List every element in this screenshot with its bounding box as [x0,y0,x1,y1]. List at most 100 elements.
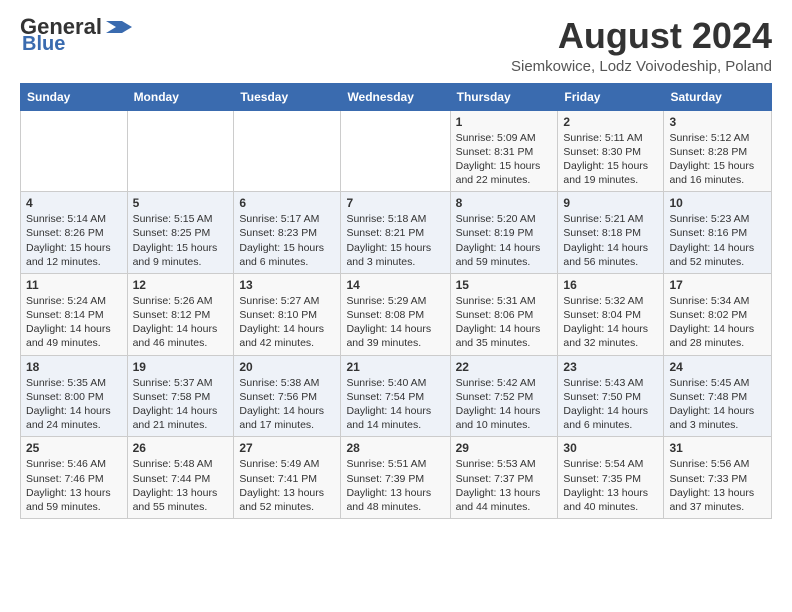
weekday-header-wednesday: Wednesday [341,83,450,110]
day-content: Sunrise: 5:20 AM Sunset: 8:19 PM Dayligh… [456,212,553,269]
day-content: Sunrise: 5:24 AM Sunset: 8:14 PM Dayligh… [26,294,122,351]
calendar-cell: 16 Sunrise: 5:32 AM Sunset: 8:04 PM Dayli… [558,273,664,355]
day-number: 11 [26,278,122,292]
week-row-3: 11 Sunrise: 5:24 AM Sunset: 8:14 PM Dayli… [21,273,772,355]
calendar-cell: 2 Sunrise: 5:11 AM Sunset: 8:30 PM Daylig… [558,110,664,192]
calendar-cell: 26Sunrise: 5:48 AM Sunset: 7:44 PM Dayli… [127,437,234,519]
day-number: 25 [26,441,122,455]
day-number: 9 [563,196,658,210]
calendar-cell: 8 Sunrise: 5:20 AM Sunset: 8:19 PM Daylig… [450,192,558,274]
day-content: Sunrise: 5:54 AM Sunset: 7:35 PM Dayligh… [563,457,658,514]
day-number: 16 [563,278,658,292]
day-content: Sunrise: 5:26 AM Sunset: 8:12 PM Dayligh… [133,294,229,351]
week-row-2: 4 Sunrise: 5:14 AM Sunset: 8:26 PM Daylig… [21,192,772,274]
day-content: Sunrise: 5:42 AM Sunset: 7:52 PM Dayligh… [456,376,553,433]
calendar-cell: 1 Sunrise: 5:09 AM Sunset: 8:31 PM Daylig… [450,110,558,192]
day-content: Sunrise: 5:56 AM Sunset: 7:33 PM Dayligh… [669,457,766,514]
day-number: 5 [133,196,229,210]
day-number: 28 [346,441,444,455]
calendar-cell: 18 Sunrise: 5:35 AM Sunset: 8:00 PM Dayli… [21,355,128,437]
logo: General Blue [20,16,134,54]
day-number: 15 [456,278,553,292]
day-content: Sunrise: 5:18 AM Sunset: 8:21 PM Dayligh… [346,212,444,269]
day-number: 4 [26,196,122,210]
calendar-cell: 4 Sunrise: 5:14 AM Sunset: 8:26 PM Daylig… [21,192,128,274]
day-number: 27 [239,441,335,455]
week-row-4: 18 Sunrise: 5:35 AM Sunset: 8:00 PM Dayli… [21,355,772,437]
calendar-cell: 10Sunrise: 5:23 AM Sunset: 8:16 PM Dayli… [664,192,772,274]
calendar-cell: 20 Sunrise: 5:38 AM Sunset: 7:56 PM Dayli… [234,355,341,437]
day-number: 13 [239,278,335,292]
day-content: Sunrise: 5:38 AM Sunset: 7:56 PM Dayligh… [239,376,335,433]
calendar-cell: 22 Sunrise: 5:42 AM Sunset: 7:52 PM Dayli… [450,355,558,437]
day-number: 30 [563,441,658,455]
day-number: 6 [239,196,335,210]
day-content: Sunrise: 5:37 AM Sunset: 7:58 PM Dayligh… [133,376,229,433]
day-number: 21 [346,360,444,374]
day-content: Sunrise: 5:34 AM Sunset: 8:02 PM Dayligh… [669,294,766,351]
day-content: Sunrise: 5:29 AM Sunset: 8:08 PM Dayligh… [346,294,444,351]
day-content: Sunrise: 5:35 AM Sunset: 8:00 PM Dayligh… [26,376,122,433]
calendar-cell: 19 Sunrise: 5:37 AM Sunset: 7:58 PM Dayli… [127,355,234,437]
day-content: Sunrise: 5:31 AM Sunset: 8:06 PM Dayligh… [456,294,553,351]
day-content: Sunrise: 5:32 AM Sunset: 8:04 PM Dayligh… [563,294,658,351]
title-area: August 2024 Siemkowice, Lodz Voivodeship… [511,16,772,75]
day-content: Sunrise: 5:21 AM Sunset: 8:18 PM Dayligh… [563,212,658,269]
weekday-header-thursday: Thursday [450,83,558,110]
calendar-cell [341,110,450,192]
day-content: Sunrise: 5:48 AM Sunset: 7:44 PM Dayligh… [133,457,229,514]
day-number: 17 [669,278,766,292]
day-number: 20 [239,360,335,374]
calendar-cell: 17 Sunrise: 5:34 AM Sunset: 8:02 PM Dayli… [664,273,772,355]
day-content: Sunrise: 5:49 AM Sunset: 7:41 PM Dayligh… [239,457,335,514]
weekday-header-sunday: Sunday [21,83,128,110]
day-number: 14 [346,278,444,292]
calendar-cell: 31 Sunrise: 5:56 AM Sunset: 7:33 PM Dayli… [664,437,772,519]
calendar-cell: 29 Sunrise: 5:53 AM Sunset: 7:37 PM Dayli… [450,437,558,519]
weekday-header-row: SundayMondayTuesdayWednesdayThursdayFrid… [21,83,772,110]
day-content: Sunrise: 5:53 AM Sunset: 7:37 PM Dayligh… [456,457,553,514]
day-content: Sunrise: 5:46 AM Sunset: 7:46 PM Dayligh… [26,457,122,514]
calendar-table: SundayMondayTuesdayWednesdayThursdayFrid… [20,83,772,519]
calendar-cell [21,110,128,192]
calendar-body: 1 Sunrise: 5:09 AM Sunset: 8:31 PM Daylig… [21,110,772,518]
calendar-cell: 7 Sunrise: 5:18 AM Sunset: 8:21 PM Daylig… [341,192,450,274]
day-number: 22 [456,360,553,374]
calendar-cell: 30 Sunrise: 5:54 AM Sunset: 7:35 PM Dayli… [558,437,664,519]
day-content: Sunrise: 5:40 AM Sunset: 7:54 PM Dayligh… [346,376,444,433]
location-text: Siemkowice, Lodz Voivodeship, Poland [511,58,772,75]
calendar-cell: 27 Sunrise: 5:49 AM Sunset: 7:41 PM Dayli… [234,437,341,519]
day-number: 31 [669,441,766,455]
calendar-cell: 5Sunrise: 5:15 AM Sunset: 8:25 PM Daylig… [127,192,234,274]
calendar-cell: 13 Sunrise: 5:27 AM Sunset: 8:10 PM Dayli… [234,273,341,355]
day-number: 1 [456,115,553,129]
day-number: 19 [133,360,229,374]
day-content: Sunrise: 5:14 AM Sunset: 8:26 PM Dayligh… [26,212,122,269]
day-number: 12 [133,278,229,292]
day-content: Sunrise: 5:09 AM Sunset: 8:31 PM Dayligh… [456,131,553,188]
day-number: 23 [563,360,658,374]
day-number: 8 [456,196,553,210]
day-number: 7 [346,196,444,210]
day-number: 18 [26,360,122,374]
day-number: 29 [456,441,553,455]
calendar-cell: 3Sunrise: 5:12 AM Sunset: 8:28 PM Daylig… [664,110,772,192]
day-content: Sunrise: 5:17 AM Sunset: 8:23 PM Dayligh… [239,212,335,269]
calendar-cell [127,110,234,192]
calendar-cell: 28 Sunrise: 5:51 AM Sunset: 7:39 PM Dayli… [341,437,450,519]
day-content: Sunrise: 5:43 AM Sunset: 7:50 PM Dayligh… [563,376,658,433]
day-content: Sunrise: 5:51 AM Sunset: 7:39 PM Dayligh… [346,457,444,514]
month-title: August 2024 [511,16,772,56]
weekday-header-saturday: Saturday [664,83,772,110]
week-row-1: 1 Sunrise: 5:09 AM Sunset: 8:31 PM Daylig… [21,110,772,192]
day-content: Sunrise: 5:27 AM Sunset: 8:10 PM Dayligh… [239,294,335,351]
weekday-header-tuesday: Tuesday [234,83,341,110]
calendar-cell: 6 Sunrise: 5:17 AM Sunset: 8:23 PM Daylig… [234,192,341,274]
calendar-cell [234,110,341,192]
calendar-cell: 25 Sunrise: 5:46 AM Sunset: 7:46 PM Dayli… [21,437,128,519]
weekday-header-friday: Friday [558,83,664,110]
day-number: 2 [563,115,658,129]
day-content: Sunrise: 5:11 AM Sunset: 8:30 PM Dayligh… [563,131,658,188]
week-row-5: 25 Sunrise: 5:46 AM Sunset: 7:46 PM Dayli… [21,437,772,519]
calendar-cell: 12 Sunrise: 5:26 AM Sunset: 8:12 PM Dayli… [127,273,234,355]
